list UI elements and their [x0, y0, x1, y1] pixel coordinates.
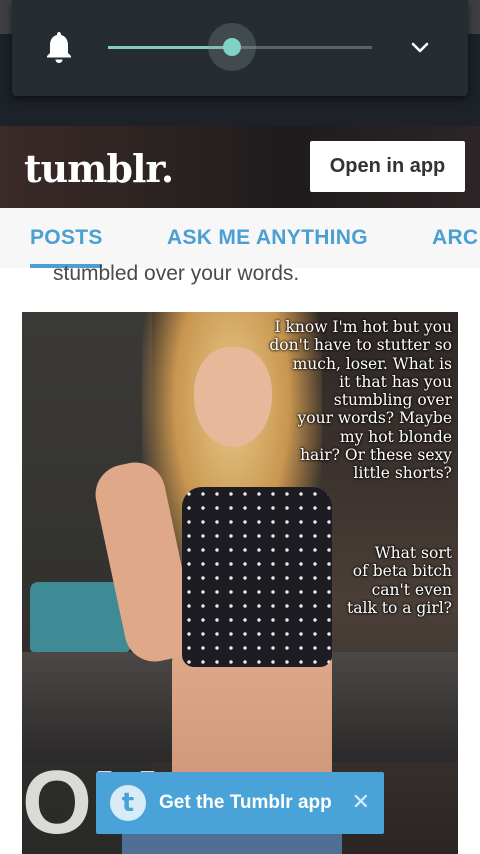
blog-tabs: POSTS ASK ME ANYTHING ARC — [0, 208, 480, 268]
model-top — [182, 487, 332, 667]
bell-icon[interactable] — [44, 30, 74, 64]
tab-ask-me-anything[interactable]: ASK ME ANYTHING — [167, 226, 368, 250]
blog-header: tumblr. Open in app — [0, 126, 480, 208]
open-in-app-button[interactable]: Open in app — [310, 141, 465, 192]
screen: tumblr. Open in app POSTS ASK ME ANYTHIN… — [0, 0, 480, 854]
get-app-label[interactable]: Get the Tumblr app — [159, 792, 332, 814]
tab-archive[interactable]: ARC — [432, 226, 478, 250]
volume-panel — [12, 0, 468, 96]
chevron-down-icon[interactable] — [408, 36, 432, 60]
image-caption-top: I know I'm hot but you don't have to stu… — [269, 318, 452, 483]
volume-slider-thumb[interactable] — [223, 38, 242, 56]
tab-posts[interactable]: POSTS — [30, 226, 103, 250]
tumblr-logo[interactable]: tumblr. — [24, 146, 174, 191]
post-caption: stumbled over your words. — [53, 262, 300, 285]
tumblr-app-icon: t — [110, 785, 146, 821]
get-app-banner[interactable]: t Get the Tumblr app ✕ — [96, 772, 384, 834]
close-icon[interactable]: ✕ — [352, 790, 370, 815]
image-caption-bottom: What sort of beta bitch can't even talk … — [347, 544, 452, 617]
